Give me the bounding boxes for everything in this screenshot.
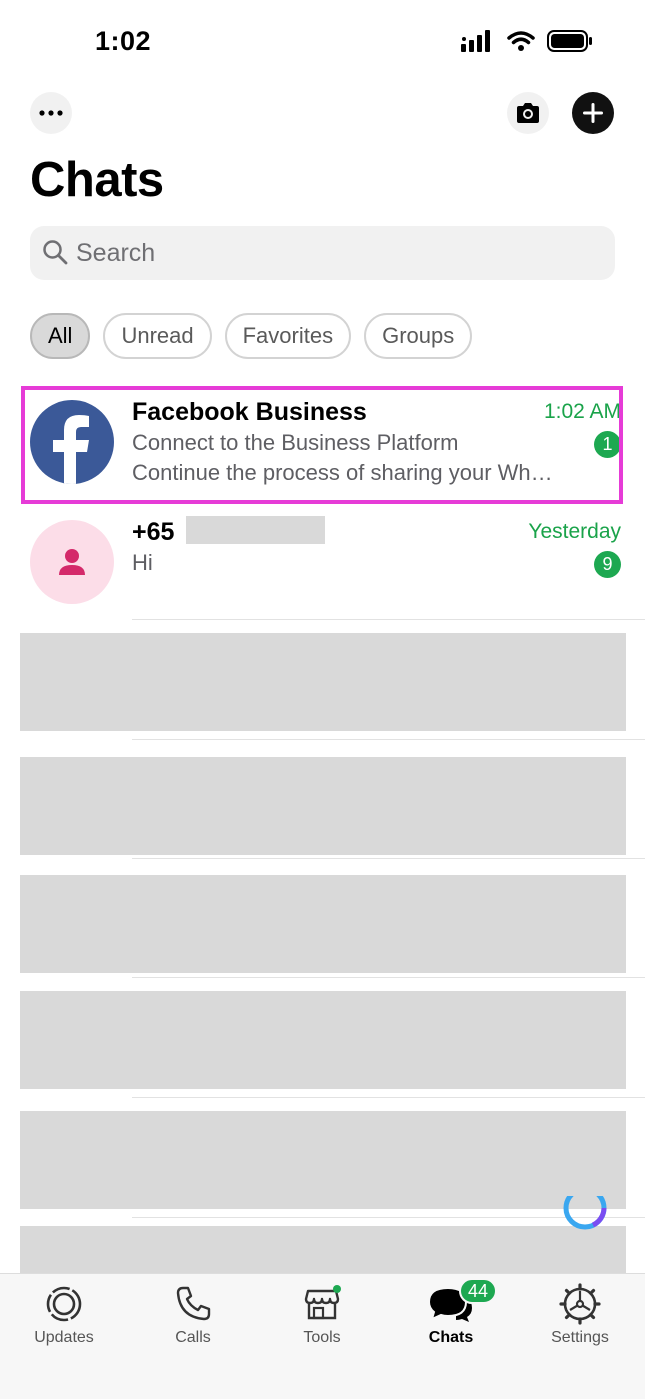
- tab-label: Tools: [303, 1329, 341, 1346]
- divider: [132, 977, 645, 978]
- filter-unread[interactable]: Unread: [103, 313, 212, 359]
- divider: [132, 739, 645, 740]
- status-icons: [461, 30, 593, 52]
- battery-icon: [547, 30, 592, 52]
- person-icon: [30, 520, 114, 604]
- tab-bar: Updates Calls Tools 44 Chats Settings: [0, 1273, 645, 1399]
- filter-favorites[interactable]: Favorites: [224, 313, 352, 359]
- redacted-chat-row: [20, 1226, 626, 1276]
- camera-icon: [517, 103, 539, 123]
- tab-calls[interactable]: Calls: [138, 1284, 248, 1347]
- gear-icon: [559, 1283, 601, 1325]
- store-icon: [304, 1285, 341, 1320]
- redacted-chat-row: [20, 633, 626, 731]
- divider: [132, 1097, 645, 1098]
- tab-tools[interactable]: Tools: [267, 1284, 377, 1347]
- unread-badge: 9: [594, 551, 621, 578]
- tab-updates[interactable]: Updates: [9, 1284, 119, 1347]
- redacted-chat-row: [20, 757, 626, 855]
- chat-time: Yesterday: [528, 520, 621, 543]
- ellipsis-icon: [39, 110, 63, 116]
- chats-count-badge: 44: [459, 1278, 497, 1304]
- tab-chats[interactable]: 44 Chats: [396, 1278, 506, 1347]
- tab-label: Updates: [34, 1329, 94, 1346]
- signal-icon: [461, 30, 490, 52]
- page-title: Chats: [30, 153, 164, 207]
- camera-button[interactable]: [507, 92, 549, 134]
- divider: [132, 858, 645, 859]
- chat-name: +65: [132, 518, 175, 546]
- tab-label: Calls: [175, 1329, 211, 1346]
- filter-groups[interactable]: Groups: [364, 313, 473, 359]
- redacted-chat-row: [20, 875, 626, 973]
- search-icon: [43, 240, 68, 265]
- updates-icon: [46, 1286, 82, 1322]
- search-placeholder: Search: [76, 239, 156, 267]
- meta-ai-button[interactable]: [558, 1196, 612, 1232]
- tab-settings[interactable]: Settings: [525, 1283, 635, 1347]
- search-input[interactable]: Search: [30, 226, 615, 280]
- tab-label: Chats: [428, 1329, 474, 1346]
- divider: [132, 619, 645, 620]
- redacted-number: [186, 516, 325, 544]
- filter-chips: All Unread Favorites Groups: [30, 313, 473, 359]
- tab-label: Settings: [551, 1329, 609, 1346]
- chat-preview-line1: Hi: [132, 550, 153, 575]
- selection-highlight: [21, 386, 623, 504]
- wifi-icon: [507, 31, 535, 51]
- redacted-chat-row: [20, 991, 626, 1089]
- plus-icon: [583, 103, 603, 123]
- new-chat-button[interactable]: [572, 92, 614, 134]
- phone-icon: [176, 1286, 211, 1321]
- filter-all[interactable]: All: [30, 313, 91, 359]
- status-time: 1:02: [95, 26, 152, 56]
- redacted-chat-row: [20, 1111, 626, 1209]
- more-button[interactable]: [30, 92, 72, 134]
- chat-row-contact[interactable]: +65 Yesterday Hi 9: [0, 508, 645, 618]
- meta-ai-ring-icon: [563, 1196, 607, 1230]
